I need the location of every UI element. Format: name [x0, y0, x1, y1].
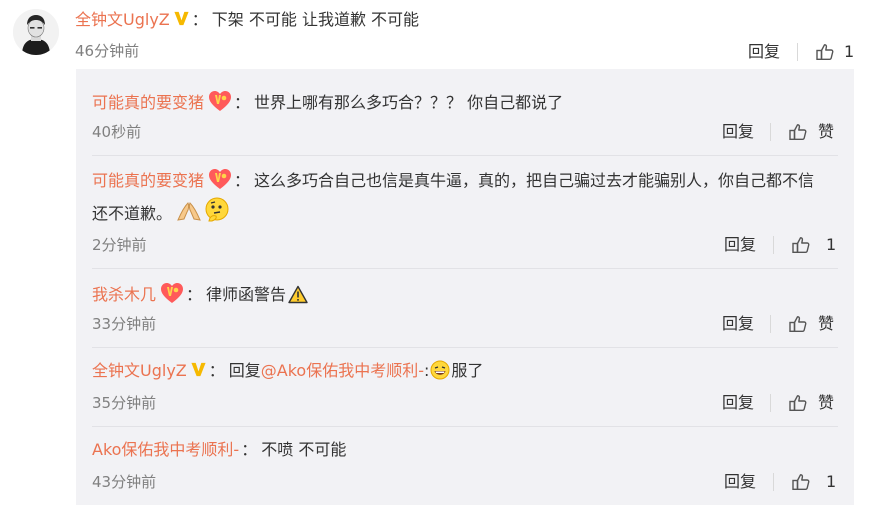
reply-button[interactable]: 回复	[722, 313, 754, 335]
reply-list: 可能真的要变猪：世界上哪有那么多巧合？？？ 你自己都说了 40秒前 回复 赞 可…	[76, 69, 854, 505]
vip-heart-badge-icon	[160, 282, 184, 304]
like-label[interactable]: 赞	[818, 313, 834, 335]
divider	[92, 155, 838, 156]
verified-v-badge-icon	[190, 361, 207, 378]
reply-button[interactable]: 回复	[748, 41, 780, 63]
comment-time: 46分钟前	[75, 42, 140, 60]
reply-time: 35分钟前	[92, 394, 157, 412]
laughing-face-emoji-icon	[430, 360, 450, 380]
divider	[92, 347, 838, 348]
reply-button[interactable]: 回复	[724, 471, 756, 493]
pray-hands-emoji-icon	[177, 202, 201, 221]
divider	[770, 315, 771, 333]
list-item: Ako保佑我中考顺利-：不喷 不可能	[92, 439, 346, 461]
reply-button[interactable]: 回复	[722, 392, 754, 414]
reply-text: 世界上哪有那么多巧合？？？ 你自己都说了	[254, 93, 564, 112]
separator: ：	[208, 361, 225, 380]
divider	[773, 473, 774, 491]
list-item: 可能真的要变猪 ：世界上哪有那么多巧合？？？ 你自己都说了	[92, 90, 563, 114]
reply-author[interactable]: 可能真的要变猪	[92, 171, 204, 190]
comment-text: 下架 不可能 让我道歉 不可能	[211, 10, 420, 29]
thumb-up-icon[interactable]	[788, 314, 808, 334]
like-count[interactable]: 1	[826, 471, 836, 493]
like-count[interactable]: 1	[826, 234, 836, 256]
main-comment-line: 全钟文UglyZ ：下架 不可能 让我道歉 不可能	[75, 9, 419, 31]
reply-time: 2分钟前	[92, 236, 147, 254]
thinking-face-emoji-icon	[205, 197, 229, 222]
separator: ：	[191, 10, 208, 29]
warning-sign-emoji-icon	[288, 285, 308, 304]
separator: ：	[234, 93, 251, 112]
reply-prefix: 回复	[228, 361, 261, 380]
thumb-up-icon[interactable]	[791, 472, 811, 492]
divider	[92, 268, 838, 269]
list-item: 可能真的要变猪：这么多巧合自己也信是真牛逼，真的，把自己骗过去才能骗别人，你自己…	[92, 165, 822, 230]
list-item: 我杀木几 ：律师函警告	[92, 282, 308, 306]
verified-v-badge-icon	[173, 10, 190, 27]
reply-time: 43分钟前	[92, 473, 157, 491]
reply-author[interactable]: Ako保佑我中考顺利-	[92, 440, 239, 459]
reply-author[interactable]: 可能真的要变猪	[92, 93, 204, 112]
like-count[interactable]: 1	[844, 41, 854, 63]
vip-heart-badge-icon	[208, 168, 232, 190]
like-label[interactable]: 赞	[818, 392, 834, 414]
reply-author[interactable]: 我杀木几	[92, 285, 156, 304]
divider	[797, 43, 798, 61]
reply-button[interactable]: 回复	[722, 121, 754, 143]
reply-text: 服了	[451, 361, 484, 380]
thumb-up-icon[interactable]	[788, 393, 808, 413]
thumb-up-icon[interactable]	[788, 122, 808, 142]
avatar[interactable]	[13, 9, 59, 55]
divider	[770, 123, 771, 141]
comment-author[interactable]: 全钟文UglyZ	[75, 10, 170, 29]
thumb-up-icon[interactable]	[791, 235, 811, 255]
reply-button[interactable]: 回复	[724, 234, 756, 256]
reply-text: 律师函警告	[206, 285, 287, 304]
divider	[770, 394, 771, 412]
reply-time: 40秒前	[92, 123, 142, 141]
thumb-up-icon[interactable]	[815, 42, 835, 62]
reply-author[interactable]: 全钟文UglyZ	[92, 361, 187, 380]
reply-time: 33分钟前	[92, 315, 157, 333]
mention-link[interactable]: @Ako保佑我中考顺利-	[261, 361, 424, 380]
divider	[92, 426, 838, 427]
list-item: 全钟文UglyZ ：回复@Ako保佑我中考顺利-: 服了	[92, 360, 483, 382]
like-label[interactable]: 赞	[818, 121, 834, 143]
divider	[773, 236, 774, 254]
vip-heart-badge-icon	[208, 90, 232, 112]
reply-text: 不喷 不可能	[261, 440, 347, 459]
separator: ：	[186, 285, 203, 304]
mention-separator: :	[424, 361, 430, 380]
separator: ：	[234, 171, 251, 190]
separator: ：	[241, 440, 258, 459]
